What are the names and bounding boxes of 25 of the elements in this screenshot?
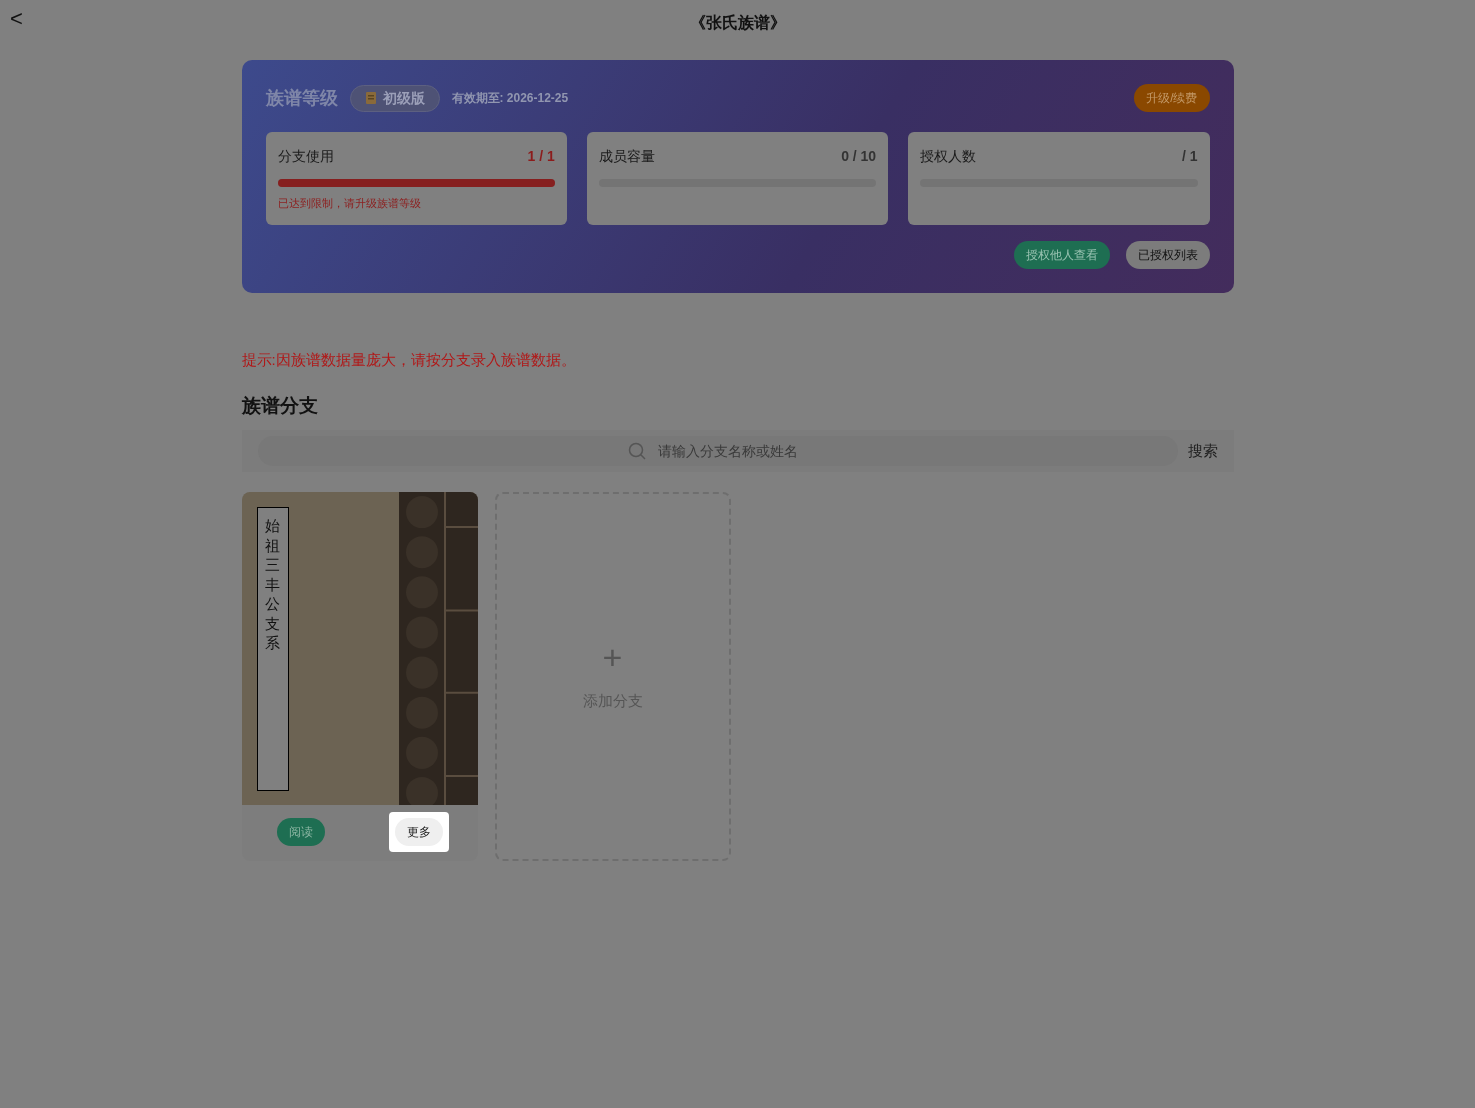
branch-title: 始祖三丰公支系 [256, 507, 289, 791]
search-icon [627, 442, 646, 460]
stat-label: 分支使用 [277, 147, 334, 166]
search-button[interactable]: 搜索 [1187, 439, 1218, 463]
panel-title: 族谱等级 [265, 86, 338, 110]
tip-text: 提示:因族谱数据量庞大，请按分支录入族谱数据。 [241, 350, 577, 370]
read-button[interactable]: 阅读 [276, 818, 325, 846]
level-badge: 初级版 [349, 84, 440, 112]
stat-value: / 1 [1181, 147, 1198, 166]
stat-value: 0 / 10 [841, 147, 877, 166]
expiry-date: 有效期至: 2026-12-25 [451, 90, 569, 107]
stat-label: 成员容量 [598, 147, 655, 166]
search-field[interactable]: 请输入分支名称或姓名 [257, 436, 1178, 466]
plus-icon: + [602, 640, 623, 675]
limit-warning: 已达到限制，请升级族谱等级 [277, 196, 422, 211]
authorized-list-button[interactable]: 已授权列表 [1125, 241, 1210, 269]
upgrade-button[interactable]: 升级/续费 [1134, 84, 1210, 112]
back-button[interactable]: < [10, 8, 23, 30]
page-title: 《张氏族谱》 [689, 12, 786, 33]
section-title: 族谱分支 [241, 393, 319, 418]
clipboard-icon [364, 91, 377, 105]
stat-label: 授权人数 [920, 147, 977, 166]
stat-value: 1 / 1 [527, 147, 555, 166]
authorize-button[interactable]: 授权他人查看 [1013, 241, 1110, 269]
more-button[interactable]: 更多 [394, 818, 443, 846]
